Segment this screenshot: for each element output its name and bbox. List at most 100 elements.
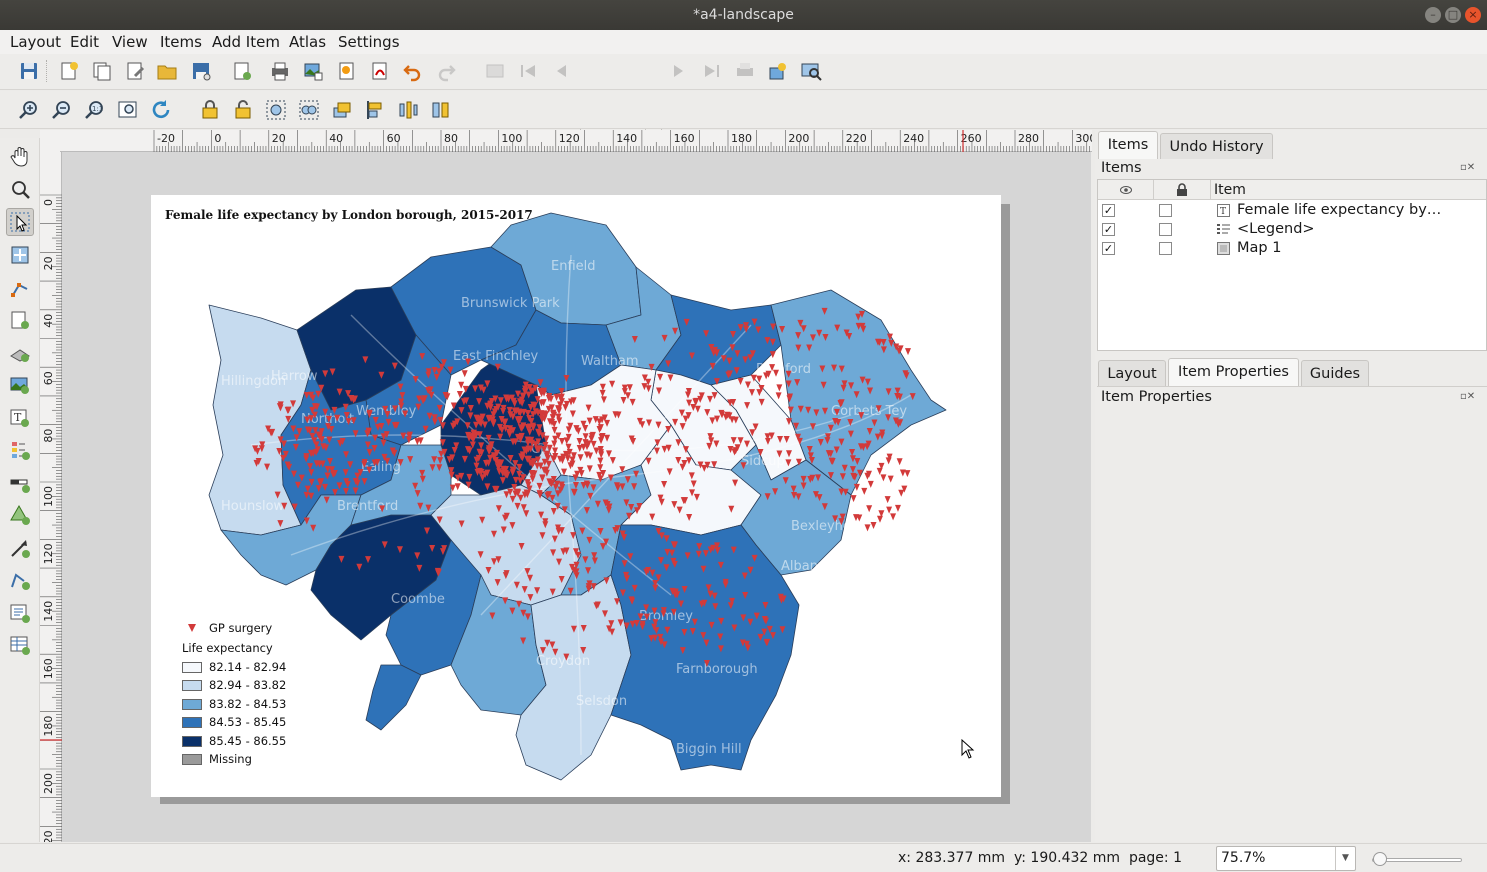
maximize-button[interactable]: □ bbox=[1445, 7, 1461, 23]
legend-icon bbox=[1217, 223, 1230, 236]
tab-layout[interactable]: Layout bbox=[1098, 360, 1166, 386]
add-pages-icon[interactable] bbox=[228, 57, 256, 85]
next-feature-icon[interactable] bbox=[665, 57, 693, 85]
vertical-ruler[interactable]: 0 20 40 60 80 100 120 140 160 180 200 20 bbox=[40, 152, 62, 842]
items-table-row[interactable]: ✓ Map 1 bbox=[1098, 239, 1486, 258]
previous-feature-icon[interactable] bbox=[547, 57, 575, 85]
lock-checkbox[interactable] bbox=[1159, 204, 1172, 217]
undo-icon[interactable] bbox=[399, 57, 427, 85]
menu-atlas[interactable]: Atlas bbox=[289, 32, 326, 52]
add-nodes-icon[interactable] bbox=[6, 566, 34, 594]
visibility-checkbox[interactable]: ✓ bbox=[1102, 223, 1115, 236]
place-label: Hillingdon bbox=[221, 374, 286, 389]
add-3d-map-icon[interactable] bbox=[6, 339, 34, 367]
align-items-icon[interactable] bbox=[361, 96, 389, 124]
lock-icon bbox=[1177, 183, 1187, 196]
group-items-icon[interactable] bbox=[262, 96, 290, 124]
ruler-label: 220 bbox=[846, 132, 867, 145]
place-label: Coombe bbox=[391, 592, 445, 607]
horizontal-ruler[interactable]: -20 0 20 40 60 80 100 120 140 160 180 200 220 240 260 2… bbox=[60, 130, 1092, 152]
zoom-tool-icon[interactable] bbox=[6, 176, 34, 204]
export-atlas-icon[interactable] bbox=[764, 57, 792, 85]
gp-surgery-point bbox=[885, 457, 892, 465]
first-feature-icon[interactable] bbox=[514, 57, 542, 85]
zoom-full-icon[interactable] bbox=[114, 96, 142, 124]
zoom-in-icon[interactable] bbox=[15, 96, 43, 124]
atlas-preview-icon[interactable] bbox=[797, 57, 825, 85]
last-feature-icon[interactable] bbox=[698, 57, 726, 85]
duplicate-layout-icon[interactable] bbox=[88, 57, 116, 85]
atlas-settings-icon[interactable] bbox=[481, 57, 509, 85]
refresh-icon[interactable] bbox=[147, 96, 175, 124]
add-legend-icon[interactable] bbox=[6, 436, 34, 464]
save-as-template-icon[interactable] bbox=[187, 57, 215, 85]
visibility-checkbox[interactable]: ✓ bbox=[1102, 204, 1115, 217]
resize-items-icon[interactable] bbox=[427, 96, 455, 124]
ruler-label: 0 bbox=[42, 199, 55, 206]
layout-page[interactable]: Female life expectancy by London borough… bbox=[151, 195, 1001, 797]
add-attribute-table-icon[interactable] bbox=[6, 631, 34, 659]
lock-checkbox[interactable] bbox=[1159, 242, 1172, 255]
item-name: Female life expectancy by… bbox=[1237, 202, 1442, 218]
zoom-combobox[interactable]: 75.7% ▼ bbox=[1216, 846, 1356, 871]
visibility-column[interactable] bbox=[1098, 180, 1154, 200]
dock-float-close-icon[interactable]: ▫✕ bbox=[1460, 391, 1475, 402]
map-legend[interactable]: GP surgery Life expectancy 82.14 - 82.94… bbox=[181, 619, 286, 769]
legend-swatch bbox=[182, 735, 202, 747]
print-atlas-icon[interactable] bbox=[731, 57, 759, 85]
ungroup-items-icon[interactable] bbox=[295, 96, 323, 124]
add-html-icon[interactable] bbox=[6, 599, 34, 627]
export-image-icon[interactable] bbox=[299, 57, 327, 85]
item-column[interactable]: Item bbox=[1211, 180, 1486, 200]
close-button[interactable]: × bbox=[1465, 7, 1481, 23]
save-icon[interactable] bbox=[15, 57, 43, 85]
menu-add-item[interactable]: Add Item bbox=[212, 32, 280, 52]
legend-swatch bbox=[182, 680, 202, 691]
redo-icon[interactable] bbox=[432, 57, 460, 85]
zoom-actual-icon[interactable]: 1:1 bbox=[81, 96, 109, 124]
add-picture-icon[interactable] bbox=[6, 371, 34, 399]
tab-undo-history[interactable]: Undo History bbox=[1160, 133, 1273, 159]
add-label-icon[interactable]: T bbox=[6, 404, 34, 432]
menu-view[interactable]: View bbox=[112, 32, 148, 52]
move-content-icon[interactable] bbox=[6, 241, 34, 269]
print-icon[interactable] bbox=[266, 57, 294, 85]
add-arrow-icon[interactable] bbox=[6, 534, 34, 562]
export-pdf-icon[interactable] bbox=[366, 57, 394, 85]
unlock-items-icon[interactable] bbox=[229, 96, 257, 124]
tab-items[interactable]: Items bbox=[1098, 131, 1158, 159]
zoom-slider-handle[interactable] bbox=[1373, 852, 1388, 866]
edit-nodes-icon[interactable] bbox=[6, 274, 34, 302]
layout-canvas[interactable]: Female life expectancy by London borough… bbox=[62, 152, 1091, 842]
menu-layout[interactable]: Layout bbox=[10, 32, 61, 52]
menu-items[interactable]: Items bbox=[160, 32, 202, 52]
items-table[interactable]: Item ✓ T Female life expectancy by… ✓ <Legen… bbox=[1097, 179, 1487, 351]
menu-edit[interactable]: Edit bbox=[70, 32, 99, 52]
tab-item-properties[interactable]: Item Properties bbox=[1168, 358, 1299, 386]
add-shape-icon[interactable] bbox=[6, 501, 34, 529]
tab-guides[interactable]: Guides bbox=[1301, 360, 1369, 386]
layout-manager-icon[interactable] bbox=[121, 57, 149, 85]
ruler-label: 180 bbox=[731, 132, 752, 145]
zoom-out-icon[interactable] bbox=[48, 96, 76, 124]
add-scalebar-icon[interactable] bbox=[6, 469, 34, 497]
pan-icon[interactable] bbox=[6, 143, 34, 171]
items-table-row[interactable]: ✓ T Female life expectancy by… bbox=[1098, 201, 1486, 220]
add-page-icon[interactable] bbox=[6, 306, 34, 334]
lock-checkbox[interactable] bbox=[1159, 223, 1172, 236]
menu-settings[interactable]: Settings bbox=[338, 32, 400, 52]
items-table-row[interactable]: ✓ <Legend> bbox=[1098, 220, 1486, 239]
raise-items-icon[interactable] bbox=[328, 96, 356, 124]
lock-column[interactable] bbox=[1154, 180, 1211, 200]
dock-float-close-icon[interactable]: ▫✕ bbox=[1460, 162, 1475, 173]
minimize-button[interactable]: – bbox=[1425, 7, 1441, 23]
lock-items-icon[interactable] bbox=[196, 96, 224, 124]
export-svg-icon[interactable] bbox=[333, 57, 361, 85]
visibility-checkbox[interactable]: ✓ bbox=[1102, 242, 1115, 255]
open-template-icon[interactable] bbox=[153, 57, 181, 85]
legend-class-label: Missing bbox=[209, 752, 252, 766]
select-move-icon[interactable] bbox=[6, 208, 34, 236]
new-layout-icon[interactable] bbox=[55, 57, 83, 85]
legend-classes: 82.14 - 82.94 82.94 - 83.82 83.82 - 84.53 8… bbox=[181, 658, 286, 769]
distribute-items-icon[interactable] bbox=[394, 96, 422, 124]
